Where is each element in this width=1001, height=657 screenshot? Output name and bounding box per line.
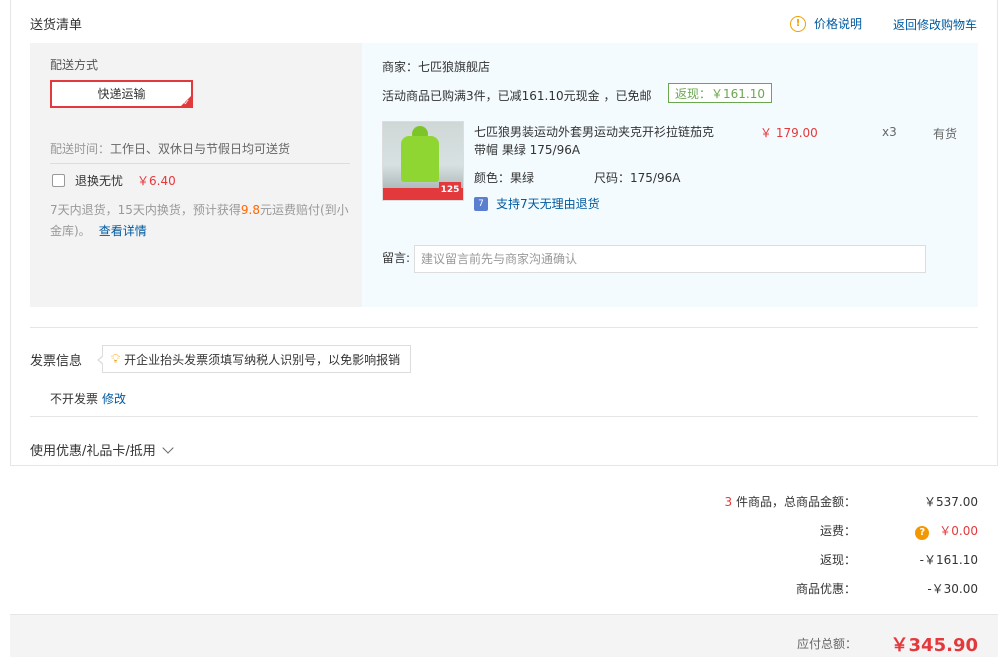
product-name-link[interactable]: 七匹狼男装运动外套男运动夹克开衫拉链茄克带帽 果绿 175/96A xyxy=(474,123,724,159)
merchant-name: 商家：七匹狼旗舰店 xyxy=(382,60,491,74)
product-price: ￥ 179.00 xyxy=(760,126,818,140)
compensation-amount: 9.8 xyxy=(240,203,260,217)
cashback-value: -￥161.10 xyxy=(919,553,978,567)
product-color: 颜色：果绿 xyxy=(474,171,535,185)
info-icon: ! xyxy=(790,15,806,32)
payable-total: ￥345.90 xyxy=(890,635,978,656)
back-to-cart-link[interactable]: 返回修改购物车 xyxy=(893,16,977,33)
invoice-tip-text: 开企业抬头发票须填写纳税人识别号，以免影响报销 xyxy=(124,352,401,367)
checkmark-icon: ✓ xyxy=(183,98,190,107)
cashback-label: 返现： xyxy=(819,553,856,567)
shipping-section: 配送方式 快递运输 ✓ 配送时间：工作日、双休日与节假日均可送货 退换无忧 ￥6… xyxy=(30,43,362,307)
divider xyxy=(30,416,978,417)
price-note-label: 价格说明 xyxy=(814,17,863,31)
price-badge: 125 xyxy=(439,182,461,198)
product-quantity: x3 xyxy=(882,125,897,139)
worry-free-checkbox[interactable] xyxy=(52,174,65,187)
invoice-title: 发票信息 xyxy=(30,354,83,369)
divider xyxy=(50,163,350,164)
delivery-time-value: 工作日、双休日与节假日均可送货 xyxy=(110,142,291,156)
coupon-toggle[interactable]: 使用优惠/礼品卡/抵用 xyxy=(30,440,174,459)
discount-label: 商品优惠： xyxy=(795,582,856,596)
payable-label: 应付总额： xyxy=(796,637,857,651)
delivery-list-title: 送货清单 xyxy=(30,18,83,33)
edit-invoice-link[interactable]: 修改 xyxy=(102,392,126,406)
freight-value: ￥0.00 xyxy=(939,524,978,538)
price-note-link[interactable]: ! 价格说明 xyxy=(790,15,862,32)
worry-free-option[interactable]: 退换无忧 ￥6.40 xyxy=(52,172,176,189)
view-details-link[interactable]: 查看详情 xyxy=(99,224,147,238)
worry-free-description: 7天内退货，15天内换货，预计获得9.8元运费赔付(到小金库)。 查看详情 xyxy=(50,200,350,242)
worry-free-price: ￥6.40 xyxy=(137,174,176,188)
stock-status: 有货 xyxy=(933,127,958,141)
invoice-type: 不开发票 xyxy=(50,392,99,406)
question-icon[interactable]: ? xyxy=(915,526,930,540)
chevron-down-icon xyxy=(162,441,174,454)
lightbulb-icon: 💡︎ xyxy=(111,351,121,367)
cashback-tag: 返现：￥161.10 xyxy=(668,83,772,103)
product-thumbnail[interactable]: 125 xyxy=(382,121,464,201)
goods-total-value: ￥537.00 xyxy=(924,495,978,509)
product-size: 尺码：175/96A xyxy=(594,171,681,185)
return-policy-icon: 7 xyxy=(474,196,488,211)
discount-value: -￥30.00 xyxy=(927,582,978,596)
worry-desc-text: 7天内退货，15天内换货，预计获得 xyxy=(50,203,241,217)
delivery-time: 配送时间：工作日、双休日与节假日均可送货 xyxy=(50,140,290,157)
return-policy-link[interactable]: 7 支持7天无理由退货 xyxy=(474,195,600,212)
freight-value-wrap: ? ￥0.00 xyxy=(915,522,978,540)
jacket-shape xyxy=(401,136,439,182)
divider xyxy=(30,327,978,328)
shipping-method-label: 配送方式 xyxy=(50,58,99,72)
summary-count-label: 3 件商品，总商品金额： xyxy=(725,493,856,510)
payable-footer: 应付总额： ￥345.90 xyxy=(10,614,998,657)
promo-info: 活动商品已购满3件，已减161.10元现金 ，已免邮 xyxy=(382,89,652,103)
goods-section: 商家：七匹狼旗舰店 活动商品已购满3件，已减161.10元现金 ，已免邮 返现：… xyxy=(362,43,978,307)
coupon-label: 使用优惠/礼品卡/抵用 xyxy=(30,444,156,459)
invoice-tip: 💡︎ 开企业抬头发票须填写纳税人识别号，以免影响报销 xyxy=(96,345,412,373)
worry-free-label: 退换无忧 xyxy=(75,174,124,188)
express-shipping-label: 快递运输 xyxy=(97,87,146,101)
invoice-value: 不开发票 修改 xyxy=(50,390,126,407)
return-policy-label: 支持7天无理由退货 xyxy=(496,197,600,211)
message-input[interactable]: 建议留言前先与商家沟通确认 xyxy=(414,245,926,273)
message-label: 留言: xyxy=(382,251,411,265)
delivery-time-label: 配送时间： xyxy=(50,142,111,156)
freight-label: 运费： xyxy=(819,524,856,538)
express-shipping-button[interactable]: 快递运输 ✓ xyxy=(50,80,193,108)
count-label-text: 件商品，总商品金额： xyxy=(732,495,856,509)
